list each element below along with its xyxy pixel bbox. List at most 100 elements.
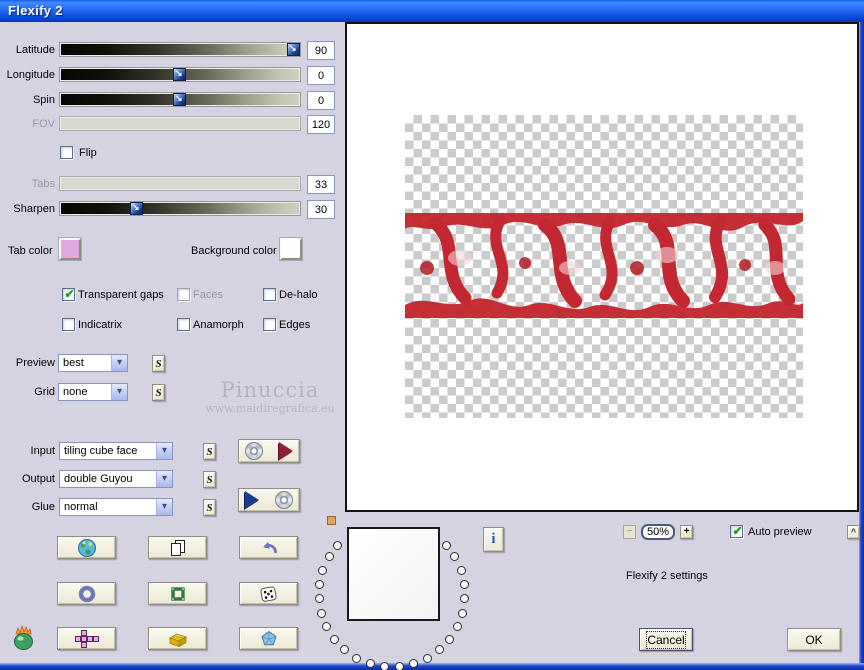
- input-dropdown[interactable]: tiling cube face: [59, 442, 173, 460]
- cube-net-icon: [74, 629, 99, 648]
- glue-dropdown-label: Glue: [31, 501, 55, 513]
- globe-button[interactable]: [57, 536, 116, 559]
- chevron-down-icon[interactable]: [156, 471, 172, 487]
- longitude-label: Longitude: [6, 69, 55, 81]
- longitude-slider-thumb[interactable]: [173, 68, 186, 81]
- latitude-label: Latitude: [15, 44, 55, 56]
- de-halo-label: De-halo: [279, 289, 318, 301]
- preview-image-red-swirls: [405, 213, 803, 318]
- output-dropdown[interactable]: double Guyou: [59, 470, 173, 488]
- auto-preview-label: Auto preview: [748, 526, 812, 538]
- faces-label: Faces: [193, 289, 223, 301]
- zoom-level[interactable]: 50%: [641, 524, 675, 540]
- rotation-dot: [422, 653, 432, 663]
- chevron-down-icon[interactable]: [156, 443, 172, 459]
- chevron-down-icon[interactable]: [156, 499, 172, 515]
- flaming-pear-logo[interactable]: [11, 622, 37, 652]
- window-border-bottom: [0, 663, 864, 670]
- indicatrix-checkbox[interactable]: [62, 318, 75, 331]
- collapse-button[interactable]: ^: [847, 525, 860, 539]
- preview-dropdown[interactable]: best: [58, 354, 128, 372]
- input-dropdown-value: tiling cube face: [64, 445, 138, 457]
- copy-pages-icon: [170, 539, 185, 556]
- latitude-value-input[interactable]: [307, 41, 335, 60]
- cancel-button[interactable]: Cancel: [639, 628, 693, 651]
- zoom-out-button[interactable]: −: [623, 525, 636, 539]
- transparent-gaps-checkbox-mark: ✔: [64, 287, 75, 301]
- ok-button[interactable]: OK: [787, 628, 841, 651]
- lego-brick-icon: [168, 633, 187, 647]
- rotation-dot: [315, 579, 325, 589]
- output-dropdown-value: double Guyou: [64, 473, 133, 485]
- play-triangle-red-icon: [279, 442, 293, 460]
- rotation-dot: [318, 565, 328, 575]
- tabs-slider: [60, 177, 300, 190]
- tab-color-label: Tab color: [8, 245, 53, 257]
- copy-button[interactable]: [148, 536, 207, 559]
- tabs-label: Tabs: [31, 178, 55, 190]
- chevron-down-icon[interactable]: [111, 355, 127, 371]
- chevron-down-icon[interactable]: [111, 384, 127, 400]
- spin-slider-thumb[interactable]: [173, 93, 186, 106]
- grid-shuffle-button[interactable]: S: [152, 384, 165, 401]
- rotation-dot: [459, 579, 469, 589]
- cd-icon: [275, 491, 293, 509]
- edges-label: Edges: [279, 319, 311, 331]
- longitude-slider[interactable]: [60, 68, 300, 81]
- orientation-preview[interactable]: [347, 527, 440, 621]
- input-shuffle-button[interactable]: S: [203, 443, 216, 460]
- dice-icon: [259, 585, 277, 602]
- drag-handle[interactable]: [327, 516, 336, 525]
- rotation-dot: [352, 653, 362, 663]
- rotation-dot: [322, 622, 332, 632]
- de-halo-checkbox[interactable]: [263, 288, 276, 301]
- tab-color-swatch[interactable]: [59, 238, 81, 260]
- background-color-swatch[interactable]: [280, 238, 302, 260]
- transparent-gaps-checkbox[interactable]: ✔: [62, 287, 75, 301]
- sharpen-value-input[interactable]: [307, 200, 335, 219]
- rotation-dot: [434, 645, 444, 655]
- flip-label: Flip: [79, 147, 97, 159]
- sharpen-slider[interactable]: [60, 202, 300, 215]
- latitude-slider-thumb[interactable]: [287, 43, 300, 56]
- tabs-value-input[interactable]: [307, 175, 335, 194]
- input-dropdown-label: Input: [30, 445, 55, 457]
- load-settings-from-disk-button[interactable]: [238, 488, 300, 512]
- polyhedron-button[interactable]: [239, 627, 298, 650]
- flip-checkbox[interactable]: [60, 146, 73, 159]
- spin-slider[interactable]: [60, 93, 300, 106]
- edges-checkbox[interactable]: [263, 318, 276, 331]
- polyhedron-icon: [260, 630, 277, 645]
- output-shuffle-button[interactable]: S: [203, 471, 216, 488]
- spin-value-input[interactable]: [307, 91, 335, 110]
- glue-dropdown[interactable]: normal: [59, 498, 173, 516]
- transparent-gaps-label: Transparent gaps: [78, 289, 164, 301]
- latitude-slider[interactable]: [60, 43, 300, 56]
- random-dice-button[interactable]: [239, 582, 298, 605]
- save-settings-to-disk-button[interactable]: [238, 439, 300, 463]
- grid-dropdown-label: Grid: [34, 386, 55, 398]
- glue-shuffle-button[interactable]: S: [203, 499, 216, 516]
- sharpen-slider-thumb[interactable]: [130, 202, 143, 215]
- cube-net-button[interactable]: [57, 627, 116, 650]
- rotation-dot: [314, 594, 324, 604]
- undo-button[interactable]: [239, 536, 298, 559]
- preview-shuffle-button[interactable]: S: [152, 355, 165, 372]
- info-button[interactable]: i: [483, 527, 504, 552]
- rotation-dot: [444, 634, 454, 644]
- rotation-dot: [452, 622, 462, 632]
- grid-dropdown[interactable]: none: [58, 383, 128, 401]
- spin-label: Spin: [32, 94, 55, 106]
- fov-value-input[interactable]: [307, 115, 335, 134]
- brick-button[interactable]: [148, 627, 207, 650]
- undo-arrow-icon: [262, 541, 277, 553]
- titlebar[interactable]: Flexify 2: [0, 0, 864, 22]
- ring-button[interactable]: [57, 582, 116, 605]
- faces-checkbox: [177, 288, 190, 301]
- preview-panel[interactable]: [345, 22, 859, 512]
- frame-button[interactable]: [148, 582, 207, 605]
- zoom-in-button[interactable]: +: [680, 525, 693, 539]
- auto-preview-checkbox[interactable]: ✔: [730, 524, 743, 538]
- anamorph-checkbox[interactable]: [177, 318, 190, 331]
- longitude-value-input[interactable]: [307, 66, 335, 85]
